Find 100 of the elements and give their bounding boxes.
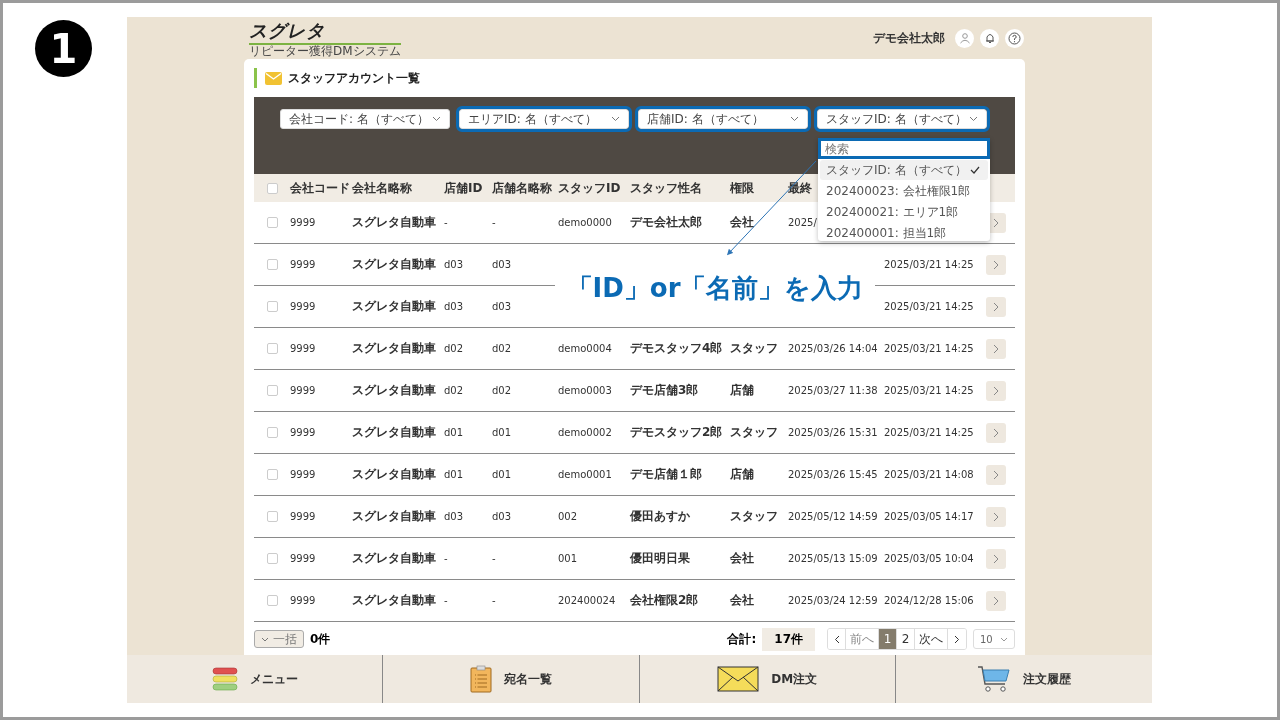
table-cell: d03 [492,259,512,270]
nav-item[interactable]: 注文履歴 [895,655,1152,703]
table-cell: スグレタ自動車 [352,256,436,273]
table-cell: 001 [558,553,578,564]
row-checkbox[interactable] [266,469,278,480]
chevron-right-icon [993,511,999,522]
column-header: 会社コード [290,179,350,197]
filter-select[interactable]: スタッフID: 名（すべて） [817,109,987,129]
filter-select[interactable]: 会社コード: 名（すべて） [280,109,450,129]
column-header: 店舗ID [444,179,483,197]
bell-icon [983,32,996,44]
row-open-button[interactable] [986,254,1006,275]
row-open-button[interactable] [986,590,1006,611]
table-cell: 2025/03/05 14:17 [884,511,974,522]
chevron-down-icon [432,116,441,122]
search-field[interactable]: 検索 [818,138,990,159]
selected-count: 0件 [310,630,331,648]
user-icon [958,32,971,44]
page-title: スタッフアカウント一覧 [288,69,420,87]
row-checkbox[interactable] [266,385,278,396]
logo[interactable]: スグレタ [249,18,325,43]
table-cell: 2024/12/28 15:06 [884,595,974,606]
table-cell: d03 [444,301,464,312]
table-cell: 2025/ [788,217,817,228]
row-open-button[interactable] [986,422,1006,443]
dropdown-option[interactable]: スタッフID: 名（すべて） [820,160,988,180]
table-cell: 9999 [290,511,316,522]
page-size-select[interactable]: 10 [973,629,1015,649]
table-cell: 会社 [730,550,754,567]
envelope-icon [265,71,282,85]
select-all-checkbox[interactable] [266,182,278,194]
table-cell: demo0001 [558,469,612,480]
page-button[interactable]: 1 [879,629,897,649]
help-button[interactable] [1005,28,1024,48]
chevron-right-icon [993,301,999,312]
cart-icon [976,665,1011,693]
row-open-button[interactable] [986,548,1006,569]
column-header: 店舗名略称 [492,179,552,197]
row-open-button[interactable] [986,296,1006,317]
chevron-right-icon [993,553,999,564]
menu-icon [211,666,238,692]
table-cell: demo0000 [558,217,612,228]
table-cell: 9999 [290,301,316,312]
table-cell: d02 [444,343,464,354]
column-header: 権限 [730,179,754,197]
table-cell: - [492,553,496,564]
row-open-button[interactable] [986,338,1006,359]
first-page-button[interactable] [828,629,846,649]
bulk-action-button[interactable]: 一括 [254,630,304,648]
table-cell: demo0004 [558,343,612,354]
user-button[interactable] [955,28,974,48]
table-cell: 2025/03/21 14:25 [884,259,974,270]
table-cell: - [492,217,496,228]
total-label: 合計: [727,630,757,648]
table-cell: 9999 [290,595,316,606]
nav-item[interactable]: DM注文 [639,655,896,703]
dropdown-option[interactable]: 202400001: 担当1郎 [820,223,988,241]
table-cell: 会社 [730,214,754,231]
table-cell: 優田明日果 [630,550,690,567]
table-cell: デモスタッフ2郎 [630,424,723,441]
table-cell: スグレタ自動車 [352,382,436,399]
table-cell: d03 [444,259,464,270]
row-checkbox[interactable] [266,259,278,270]
table-cell: 2025/03/21 14:25 [884,427,974,438]
row-checkbox[interactable] [266,595,278,606]
row-checkbox[interactable] [266,427,278,438]
filter-select[interactable]: エリアID: 名（すべて） [459,109,629,129]
notification-button[interactable] [980,28,999,48]
filter-select[interactable]: 店舗ID: 名（すべて） [638,109,808,129]
row-checkbox[interactable] [266,343,278,354]
nav-item[interactable]: メニュー [127,655,384,703]
row-open-button[interactable] [986,380,1006,401]
row-checkbox[interactable] [266,511,278,522]
table-cell: - [444,553,448,564]
table-cell: - [444,217,448,228]
nav-item[interactable]: 宛名一覧 [383,655,640,703]
dropdown-option[interactable]: 202400021: エリア1郎 [820,202,988,222]
row-checkbox[interactable] [266,217,278,228]
table-cell: d03 [492,511,512,522]
table-cell: 9999 [290,553,316,564]
chevron-down-icon [969,116,978,122]
row-open-button[interactable] [986,464,1006,485]
table-cell: デモ会社太郎 [630,214,702,231]
logo-subtitle: リピーター獲得DMシステム [249,42,401,58]
chevron-right-icon [993,343,999,354]
user-name: デモ会社太郎 [873,29,945,47]
table-cell: d01 [444,469,464,480]
dropdown-option[interactable]: 202400023: 会社権限1郎 [820,181,988,201]
table-cell: - [492,595,496,606]
table-cell: 9999 [290,343,316,354]
table-cell: d01 [492,427,512,438]
chevron-right-icon [954,634,960,644]
row-open-button[interactable] [986,506,1006,527]
row-checkbox[interactable] [266,301,278,312]
table-cell: 9999 [290,469,316,480]
table-cell: d01 [492,469,512,480]
clipboard-icon [469,665,492,693]
row-checkbox[interactable] [266,553,278,564]
table-cell: 店舗 [730,382,754,399]
table-cell: 002 [558,511,578,522]
